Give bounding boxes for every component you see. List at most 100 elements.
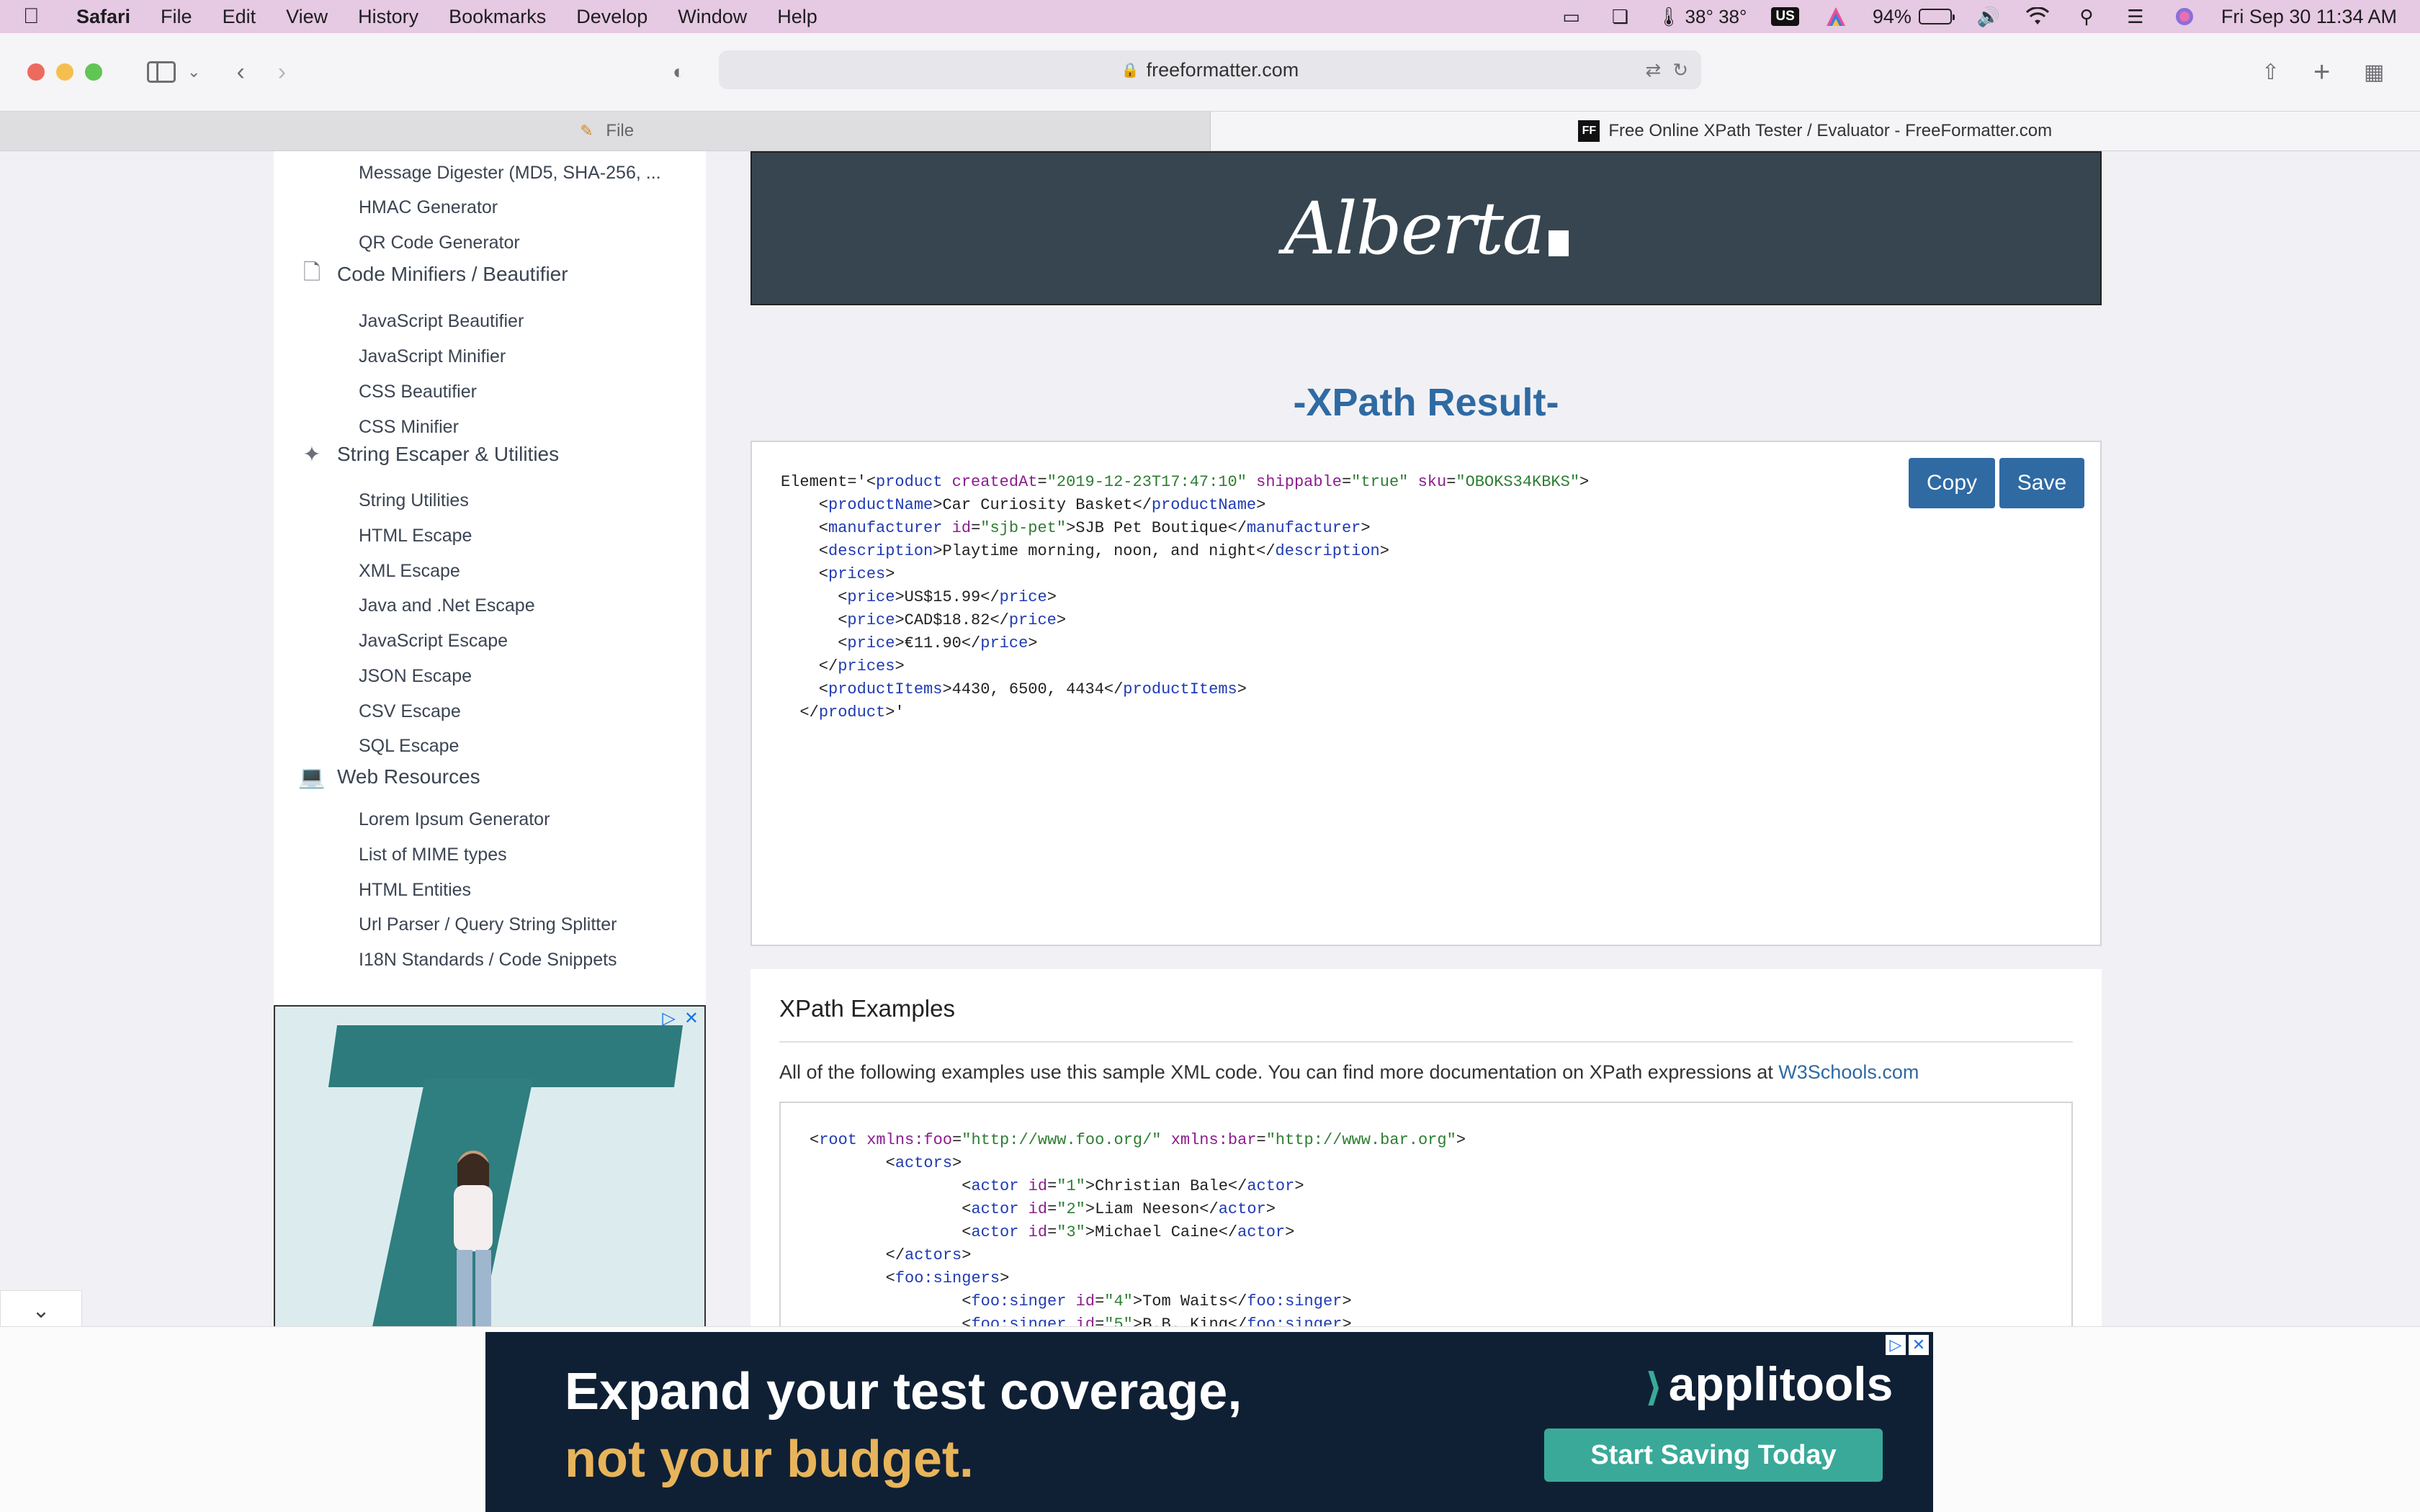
- menu-history[interactable]: History: [358, 6, 418, 28]
- sidebar-category-label: Code Minifiers / Beautifier: [337, 263, 568, 285]
- sidebar-item-css-beautifier[interactable]: CSS Beautifier: [359, 382, 477, 402]
- sample-xml-code[interactable]: <root xmlns:foo="http://www.foo.org/" xm…: [810, 1129, 1466, 1336]
- close-window-button[interactable]: [27, 63, 45, 81]
- copy-button[interactable]: Copy: [1909, 458, 1995, 508]
- tab-bar: ✎ File FF Free Online XPath Tester / Eva…: [0, 111, 2420, 151]
- tab-overview-icon[interactable]: ▦: [2364, 60, 2384, 85]
- sidebar-category-escaper[interactable]: ✦ String Escaper & Utilities: [298, 441, 559, 468]
- apple-menu-icon[interactable]: : [23, 4, 52, 29]
- translate-icon[interactable]: ⇄: [1645, 59, 1661, 81]
- display-icon[interactable]: ▭: [1559, 6, 1584, 27]
- tab-file-label: File: [606, 121, 635, 140]
- chevron-down-icon[interactable]: ⌄: [187, 63, 200, 81]
- sidebar-toggle-icon[interactable]: [147, 61, 176, 83]
- sidebar-item-js-beautifier[interactable]: JavaScript Beautifier: [359, 311, 524, 332]
- new-tab-icon[interactable]: +: [2313, 56, 2330, 89]
- sidebar-item-html-entities[interactable]: HTML Entities: [359, 880, 471, 901]
- sidebar-category-minifiers[interactable]: 🗋 Code Minifiers / Beautifier: [298, 261, 568, 288]
- freeformatter-favicon: FF: [1578, 120, 1600, 142]
- pencil-doc-icon: ✎: [580, 122, 593, 140]
- thermometer-icon: 🌡: [1657, 5, 1681, 27]
- ad-close-icon[interactable]: ✕: [684, 1008, 699, 1029]
- sidebar-item-i18n-standards[interactable]: I18N Standards / Code Snippets: [359, 950, 617, 971]
- address-bar[interactable]: 🔒 freeformatter.com ⇄ ↻: [719, 50, 1701, 89]
- menu-edit[interactable]: Edit: [223, 6, 256, 28]
- back-button[interactable]: ‹: [236, 58, 244, 86]
- sidebar-category-web-resources[interactable]: 💻 Web Resources: [298, 763, 480, 791]
- menu-help[interactable]: Help: [777, 6, 817, 28]
- alberta-logo: Alberta: [1284, 186, 1569, 271]
- sidebar-item-javascript-escape[interactable]: JavaScript Escape: [359, 631, 508, 652]
- window-stack-icon[interactable]: ❏: [1608, 6, 1633, 27]
- menu-file[interactable]: File: [161, 6, 192, 28]
- menu-window[interactable]: Window: [678, 6, 747, 28]
- zoom-window-button[interactable]: [85, 63, 102, 81]
- sidebar-item-url-parser[interactable]: Url Parser / Query String Splitter: [359, 914, 617, 935]
- colorful-app-icon[interactable]: [1824, 6, 1848, 27]
- tab-xpath-tester-label: Free Online XPath Tester / Evaluator - F…: [1608, 121, 2053, 140]
- xpath-result-panel: Element='<product createdAt="2019-12-23T…: [750, 441, 2102, 946]
- page-content: Message Digester (MD5, SHA-256, ... HMAC…: [0, 151, 2420, 1512]
- sidebar-category-label: String Escaper & Utilities: [337, 443, 560, 465]
- applitools-mark-icon: ⟩: [1645, 1366, 1663, 1409]
- ad-close-icon[interactable]: ✕: [1909, 1335, 1929, 1355]
- minimize-window-button[interactable]: [56, 63, 73, 81]
- alberta-banner-ad[interactable]: Alberta: [750, 151, 2102, 305]
- address-bar-url: freeformatter.com: [1146, 58, 1299, 81]
- sidebar-item-java-net-escape[interactable]: Java and .Net Escape: [359, 595, 535, 616]
- save-button[interactable]: Save: [1999, 458, 2084, 508]
- forward-button[interactable]: ›: [278, 58, 286, 86]
- file-zip-icon: 🗋: [302, 260, 321, 284]
- spotlight-search-icon[interactable]: ⚲: [2074, 6, 2099, 27]
- tab-xpath-tester[interactable]: FF Free Online XPath Tester / Evaluator …: [1210, 112, 2420, 150]
- menu-bar:  Safari File Edit View History Bookmark…: [0, 0, 2420, 33]
- menu-develop[interactable]: Develop: [576, 6, 647, 28]
- input-source-badge[interactable]: US: [1771, 7, 1799, 26]
- tools-sidebar: Message Digester (MD5, SHA-256, ... HMAC…: [274, 151, 706, 1005]
- sidebar-item-hmac[interactable]: HMAC Generator: [359, 197, 498, 218]
- sidebar-item-csv-escape[interactable]: CSV Escape: [359, 701, 461, 722]
- wifi-icon[interactable]: [2025, 6, 2050, 27]
- sidebar-item-qr-code[interactable]: QR Code Generator: [359, 233, 520, 253]
- control-center-icon[interactable]: ☰: [2123, 6, 2148, 27]
- volume-icon[interactable]: 🔊: [1976, 6, 2001, 27]
- sidebar-item-lorem-ipsum[interactable]: Lorem Ipsum Generator: [359, 809, 550, 830]
- sidebar-item-string-utilities[interactable]: String Utilities: [359, 490, 469, 511]
- share-icon[interactable]: ⇧: [2262, 60, 2280, 85]
- battery-percent: 94%: [1872, 5, 1912, 27]
- examples-divider: [779, 1041, 2073, 1043]
- sidebar-item-css-minifier[interactable]: CSS Minifier: [359, 417, 459, 438]
- weather-widget[interactable]: 🌡 38° 38°: [1657, 6, 1747, 27]
- privacy-shield-icon[interactable]: ◐: [673, 60, 685, 84]
- tab-file[interactable]: ✎ File: [0, 112, 1211, 150]
- siri-icon[interactable]: [2172, 6, 2197, 27]
- sidebar-item-js-minifier[interactable]: JavaScript Minifier: [359, 346, 506, 367]
- start-saving-button[interactable]: Start Saving Today: [1544, 1428, 1883, 1482]
- applitools-logo: ⟩ applitools: [1645, 1357, 1894, 1410]
- status-area: ▭ ❏ 🌡 38° 38° US 94% 🔊 ⚲ ☰ Fri Sep 30 11…: [1559, 6, 2397, 28]
- collapse-ad-button[interactable]: ⌄: [0, 1290, 82, 1331]
- menu-app-safari[interactable]: Safari: [76, 6, 130, 28]
- ad-choices-icon[interactable]: ▷: [1886, 1335, 1906, 1355]
- sidebar-item-xml-escape[interactable]: XML Escape: [359, 561, 460, 582]
- laptop-code-icon: 💻: [298, 765, 326, 789]
- reload-icon[interactable]: ↻: [1672, 59, 1688, 81]
- sidebar-item-mime-types[interactable]: List of MIME types: [359, 845, 507, 865]
- sidebar-category-label: Web Resources: [337, 765, 480, 788]
- menu-bookmarks[interactable]: Bookmarks: [449, 6, 546, 28]
- w3schools-link[interactable]: W3Schools.com: [1778, 1061, 1919, 1083]
- battery-indicator[interactable]: 94%: [1872, 5, 1955, 28]
- xpath-result-code[interactable]: Element='<product createdAt="2019-12-23T…: [781, 471, 1589, 724]
- sidebar-item-message-digester[interactable]: Message Digester (MD5, SHA-256, ...: [359, 163, 661, 184]
- ad-choices-icon[interactable]: ▷: [662, 1008, 675, 1029]
- sidebar-advertisement[interactable]: ▷ ✕: [274, 1005, 706, 1333]
- sidebar-item-html-escape[interactable]: HTML Escape: [359, 526, 472, 546]
- sidebar-item-sql-escape[interactable]: SQL Escape: [359, 736, 459, 757]
- sidebar-item-json-escape[interactable]: JSON Escape: [359, 666, 472, 687]
- applitools-ad[interactable]: Expand your test coverage, not your budg…: [485, 1332, 1933, 1512]
- chevron-down-icon: ⌄: [32, 1298, 50, 1323]
- menubar-clock[interactable]: Fri Sep 30 11:34 AM: [2221, 6, 2397, 28]
- weather-text: 38° 38°: [1685, 5, 1747, 27]
- menu-view[interactable]: View: [286, 6, 328, 28]
- window-controls: [27, 63, 102, 81]
